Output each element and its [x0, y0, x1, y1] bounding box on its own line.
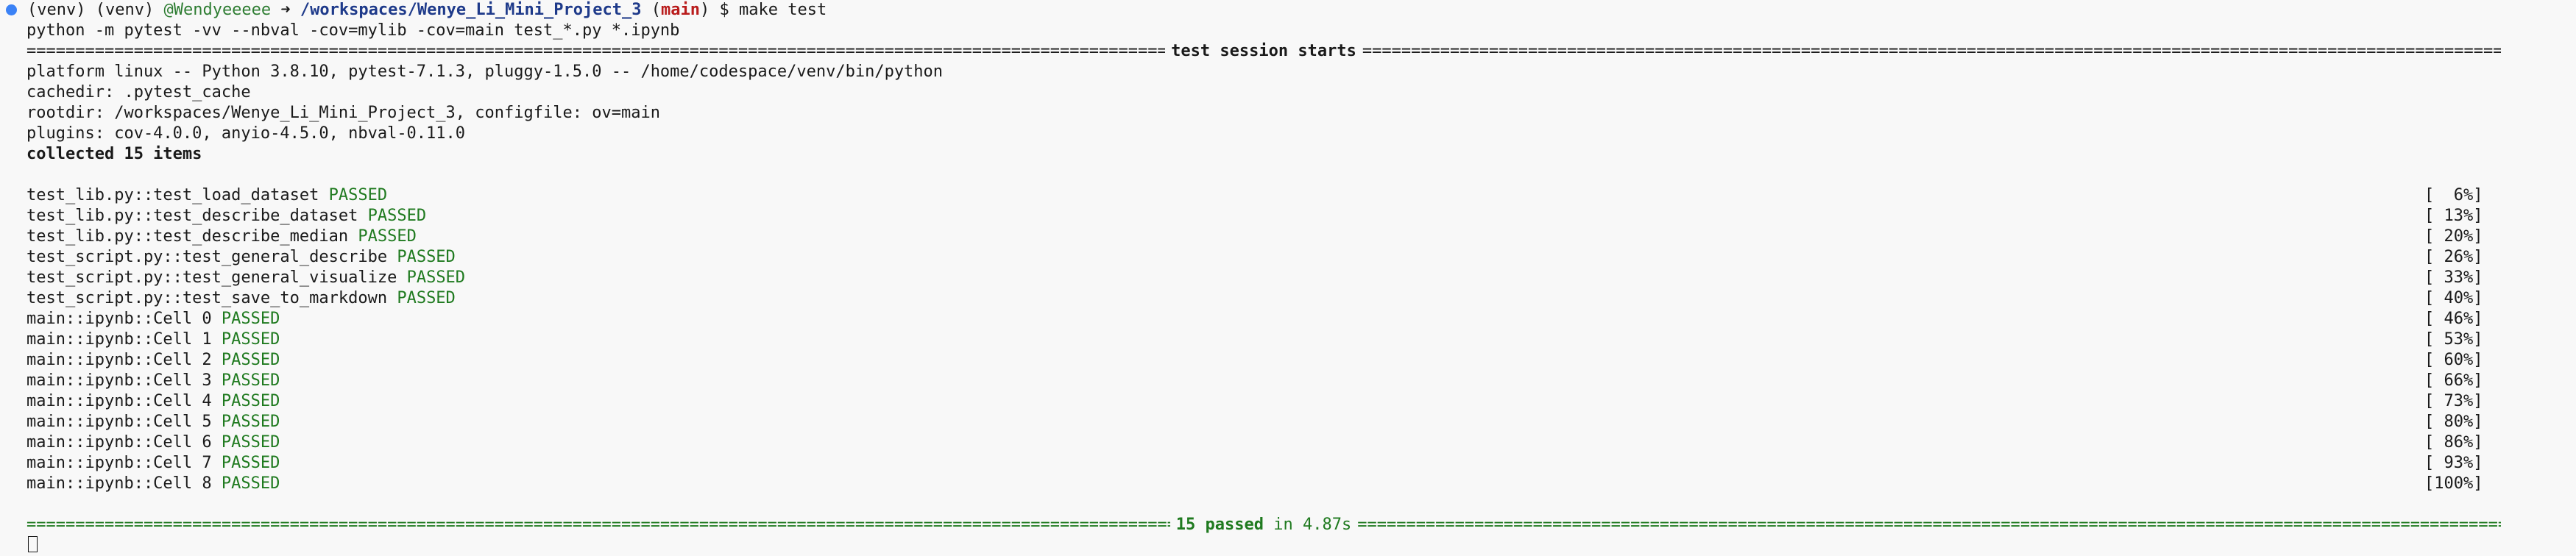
venv-label: (venv): [95, 1, 155, 19]
test-result-row: main::ipynb::Cell 6 PASSED: [26, 432, 280, 453]
test-result-row: test_lib.py::test_describe_dataset PASSE…: [26, 206, 426, 227]
test-status: PASSED: [367, 207, 427, 225]
cachedir-info: cachedir: .pytest_cache: [26, 83, 251, 101]
test-result-row: test_script.py::test_save_to_markdown PA…: [26, 288, 456, 309]
test-name: test_script.py::test_save_to_markdown: [26, 289, 388, 307]
test-status: PASSED: [328, 186, 388, 204]
test-result-row: test_script.py::test_general_visualize P…: [26, 268, 465, 288]
test-progress: [ 60%]: [2424, 351, 2483, 369]
test-name: test_lib.py::test_describe_dataset: [26, 207, 358, 225]
test-progress: [ 73%]: [2424, 392, 2483, 410]
prompt-arrow-icon: ➜: [280, 1, 291, 19]
test-status: PASSED: [221, 433, 280, 452]
test-status: PASSED: [221, 310, 280, 328]
test-result-row: test_script.py::test_general_describe PA…: [26, 247, 456, 268]
test-progress: [ 46%]: [2424, 310, 2483, 328]
separator-rule-right: [1362, 41, 2501, 62]
prompt-symbol: $: [719, 1, 729, 19]
current-directory: /workspaces/Wenye_Li_Mini_Project_3: [300, 1, 642, 19]
test-progress: [ 26%]: [2424, 248, 2483, 266]
test-name: main::ipynb::Cell 5: [26, 413, 212, 431]
test-result-row: main::ipynb::Cell 4 PASSED: [26, 391, 280, 412]
test-progress: [ 93%]: [2424, 454, 2483, 472]
test-result-row: main::ipynb::Cell 5 PASSED: [26, 412, 280, 432]
terminal-output[interactable]: (venv) (venv) @Wendyeeeee ➜ /workspaces/…: [0, 0, 2576, 552]
test-progress: [100%]: [2424, 474, 2483, 493]
test-progress: [ 40%]: [2424, 289, 2483, 307]
summary-time: in 4.87s: [1273, 516, 1352, 534]
test-name: main::ipynb::Cell 3: [26, 371, 212, 390]
test-name: main::ipynb::Cell 1: [26, 330, 212, 349]
test-status: PASSED: [221, 392, 280, 410]
test-progress: [ 86%]: [2424, 433, 2483, 452]
test-status: PASSED: [221, 330, 280, 349]
test-name: main::ipynb::Cell 4: [26, 392, 212, 410]
test-name: main::ipynb::Cell 2: [26, 351, 212, 369]
test-name: test_script.py::test_general_visualize: [26, 268, 397, 287]
test-result-row: main::ipynb::Cell 2 PASSED: [26, 350, 280, 371]
test-result-row: main::ipynb::Cell 8 PASSED: [26, 474, 280, 494]
test-status: PASSED: [358, 227, 417, 246]
test-result-row: main::ipynb::Cell 3 PASSED: [26, 371, 280, 391]
summary-separator: 15 passed in 4.87s: [26, 515, 2501, 535]
session-start-separator: test session starts: [26, 41, 2501, 62]
test-result-row: test_lib.py::test_describe_median PASSED: [26, 227, 417, 247]
test-status: PASSED: [221, 413, 280, 431]
separator-rule-right: [1357, 515, 2501, 535]
test-result-row: main::ipynb::Cell 7 PASSED: [26, 453, 280, 474]
test-status: PASSED: [397, 289, 456, 307]
test-status: PASSED: [406, 268, 466, 287]
terminal-cursor-line: [26, 535, 38, 556]
summary-passed: 15 passed: [1175, 516, 1264, 534]
test-name: main::ipynb::Cell 0: [26, 310, 212, 328]
test-status: PASSED: [221, 371, 280, 390]
user-name: @Wendyeeeee: [163, 1, 272, 19]
test-status: PASSED: [397, 248, 456, 266]
typed-command: make test: [739, 1, 827, 19]
status-dot-icon: [6, 4, 17, 15]
echoed-command: python -m pytest -vv --nbval -cov=mylib …: [26, 21, 680, 40]
test-name: test_script.py::test_general_describe: [26, 248, 388, 266]
test-status: PASSED: [221, 454, 280, 472]
venv-label: (venv): [27, 1, 86, 19]
test-name: main::ipynb::Cell 7: [26, 454, 212, 472]
git-branch: main: [661, 1, 700, 19]
plugins-info: plugins: cov-4.0.0, anyio-4.5.0, nbval-0…: [26, 124, 466, 143]
platform-info: platform linux -- Python 3.8.10, pytest-…: [26, 63, 944, 81]
test-result-row: main::ipynb::Cell 0 PASSED: [26, 309, 280, 329]
test-name: test_lib.py::test_load_dataset: [26, 186, 319, 204]
test-progress: [ 66%]: [2424, 371, 2483, 390]
rootdir-info: rootdir: /workspaces/Wenye_Li_Mini_Proje…: [26, 104, 660, 122]
collected-count: collected 15 items: [26, 145, 202, 163]
test-progress: [ 53%]: [2424, 330, 2483, 349]
test-progress: [ 6%]: [2424, 186, 2483, 204]
test-progress: [ 13%]: [2424, 207, 2483, 225]
prompt-line: (venv) (venv) @Wendyeeeee ➜ /workspaces/…: [6, 0, 827, 21]
session-header: test session starts: [1171, 42, 1356, 60]
test-progress: [ 80%]: [2424, 413, 2483, 431]
test-status: PASSED: [221, 351, 280, 369]
test-name: main::ipynb::Cell 8: [26, 474, 212, 493]
terminal-cursor-icon: [28, 536, 38, 552]
separator-rule-left: [26, 41, 1165, 62]
test-progress: [ 20%]: [2424, 227, 2483, 246]
test-name: main::ipynb::Cell 6: [26, 433, 212, 452]
test-result-row: test_lib.py::test_load_dataset PASSED: [26, 185, 387, 206]
test-status: PASSED: [221, 474, 280, 493]
branch-close-paren: ): [700, 1, 710, 19]
branch-open-paren: (: [651, 1, 662, 19]
test-progress: [ 33%]: [2424, 268, 2483, 287]
test-result-row: main::ipynb::Cell 1 PASSED: [26, 329, 280, 350]
separator-rule-left: [26, 515, 1170, 535]
test-name: test_lib.py::test_describe_median: [26, 227, 349, 246]
